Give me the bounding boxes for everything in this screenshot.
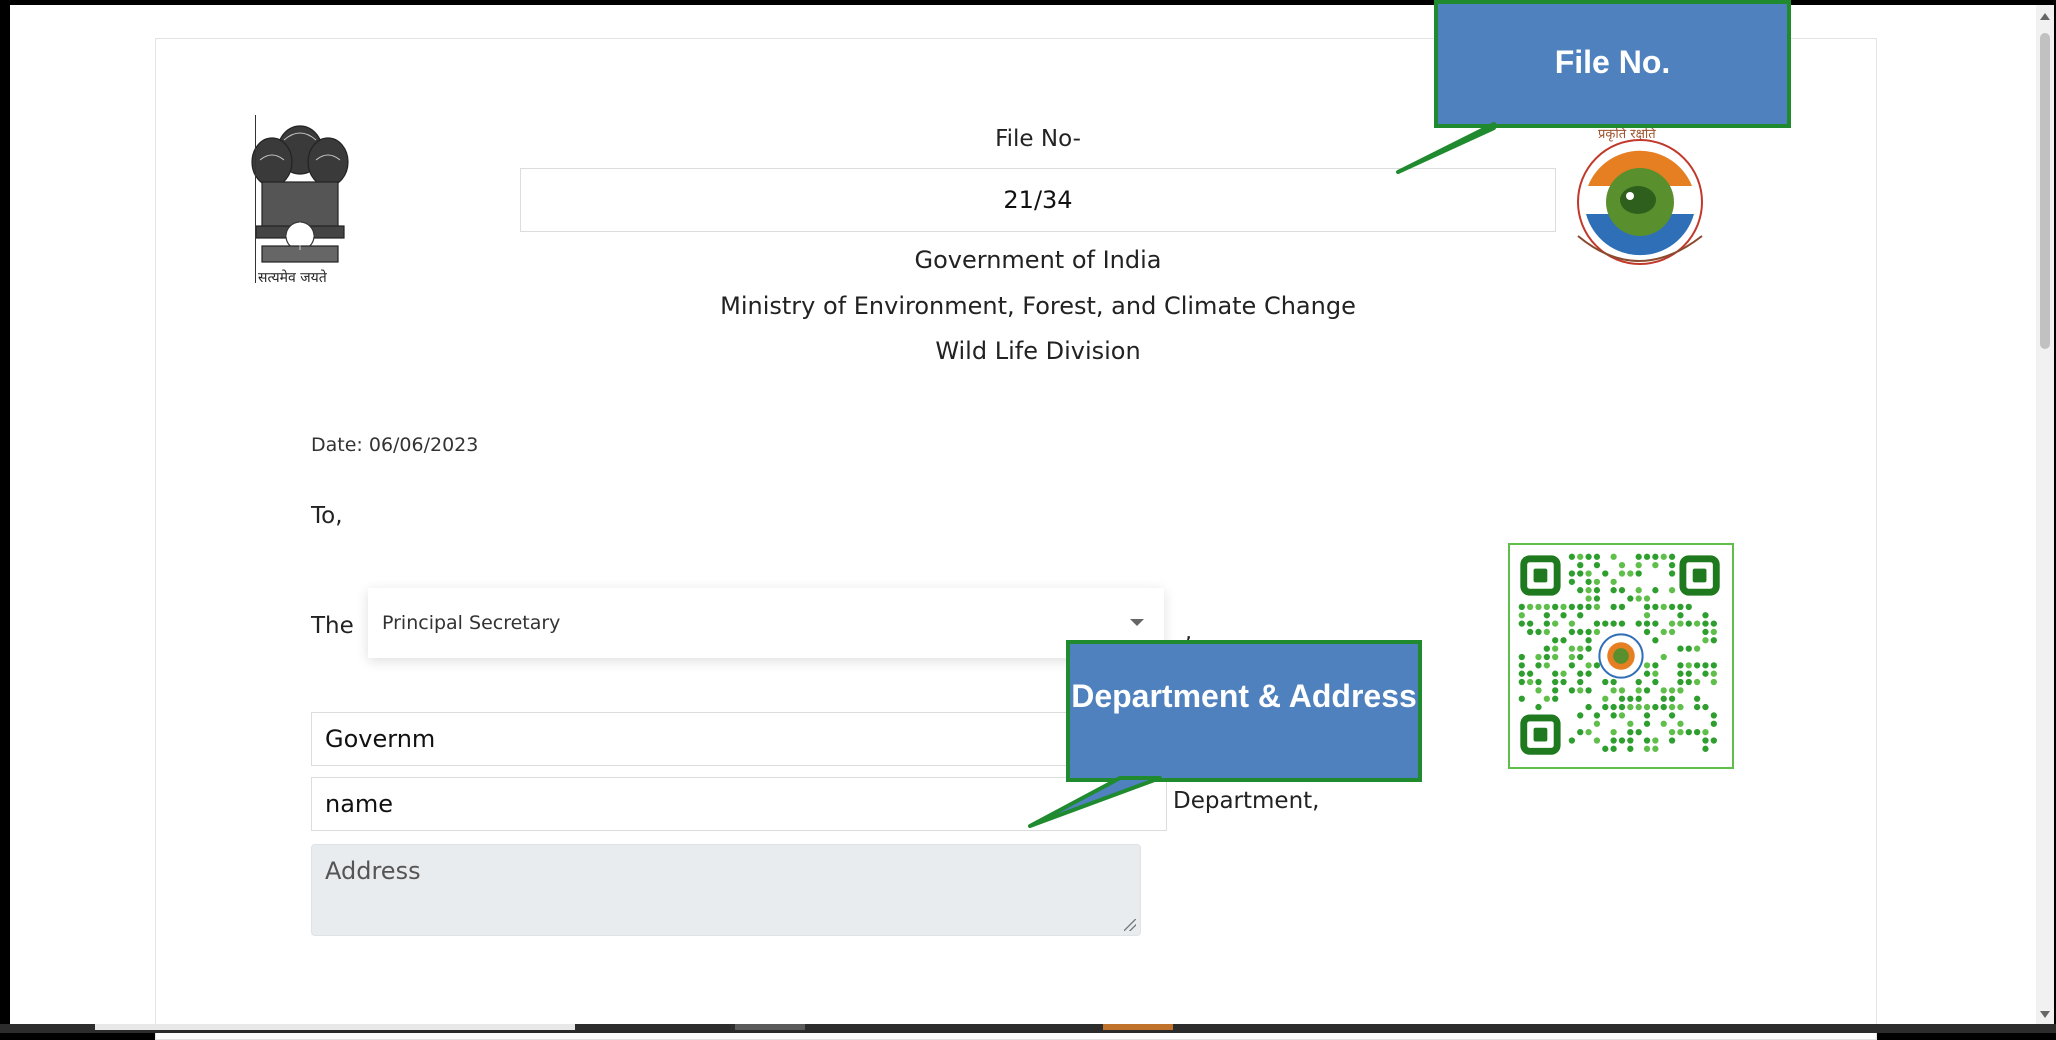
government-heading: Government of India [914, 246, 1162, 274]
file-no-label: File No- [995, 126, 1081, 152]
division-heading: Wild Life Division [935, 337, 1141, 365]
taskbar-strip [0, 1024, 2056, 1033]
taskbar-segment [1103, 1024, 1173, 1030]
svg-text:प्रकृति रक्षति: प्रकृति रक्षति [1598, 126, 1656, 142]
the-label: The [311, 613, 354, 639]
emblem-caption: सत्यमेव जयते [258, 270, 327, 286]
letter-date: Date: 06/06/2023 [311, 434, 479, 456]
emblem-divider [255, 115, 256, 283]
department-name-field[interactable]: name [311, 777, 1167, 831]
scroll-up-icon[interactable] [2040, 13, 2050, 20]
resize-handle-icon[interactable] [1124, 919, 1136, 931]
file-number-field[interactable]: 21/34 [520, 168, 1556, 232]
address-textarea[interactable]: Address [311, 844, 1141, 936]
vertical-scrollbar[interactable] [2036, 5, 2054, 1026]
designation-select-value: Principal Secretary [382, 612, 561, 634]
department-callout-box: Department & Address [1066, 640, 1422, 782]
scroll-down-icon[interactable] [2040, 1011, 2050, 1018]
taskbar-segment [95, 1024, 575, 1030]
to-label: To, [311, 503, 343, 529]
qr-code-icon [1508, 543, 1734, 769]
scrollbar-thumb[interactable] [2040, 33, 2050, 349]
national-emblem-icon [251, 125, 349, 263]
file-no-callout-box: File No. [1434, 0, 1791, 128]
designation-select[interactable]: Principal Secretary [368, 588, 1164, 658]
address-placeholder: Address [325, 857, 421, 885]
government-field[interactable]: Governm [311, 712, 1167, 766]
moefcc-logo-icon: प्रकृति रक्षति [1577, 126, 1703, 265]
department-suffix: Department, [1173, 788, 1320, 814]
ministry-heading: Ministry of Environment, Forest, and Cli… [720, 292, 1356, 320]
chevron-down-icon[interactable] [1130, 619, 1144, 626]
taskbar-segment [735, 1024, 805, 1030]
